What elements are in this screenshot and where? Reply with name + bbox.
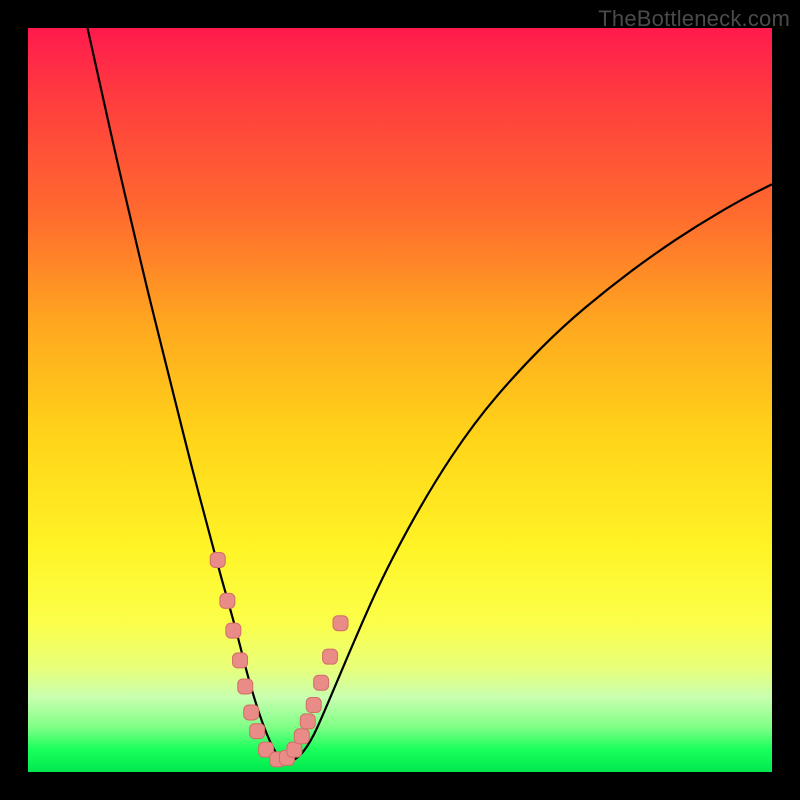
marker-point bbox=[250, 724, 265, 739]
marker-point bbox=[294, 729, 309, 744]
marker-point bbox=[306, 698, 321, 713]
marker-point bbox=[220, 593, 235, 608]
marker-point bbox=[287, 742, 302, 757]
marker-point bbox=[244, 705, 259, 720]
bottleneck-curve bbox=[88, 28, 772, 761]
chart-frame: TheBottleneck.com bbox=[0, 0, 800, 800]
marker-point bbox=[238, 679, 253, 694]
marker-point bbox=[226, 623, 241, 638]
watermark-text: TheBottleneck.com bbox=[598, 6, 790, 32]
marker-point bbox=[233, 653, 248, 668]
marker-point bbox=[300, 714, 315, 729]
chart-svg bbox=[28, 28, 772, 772]
highlight-markers bbox=[210, 552, 348, 766]
marker-point bbox=[314, 675, 329, 690]
marker-point bbox=[210, 552, 225, 567]
plot-area bbox=[28, 28, 772, 772]
marker-point bbox=[333, 616, 348, 631]
marker-point bbox=[323, 649, 338, 664]
